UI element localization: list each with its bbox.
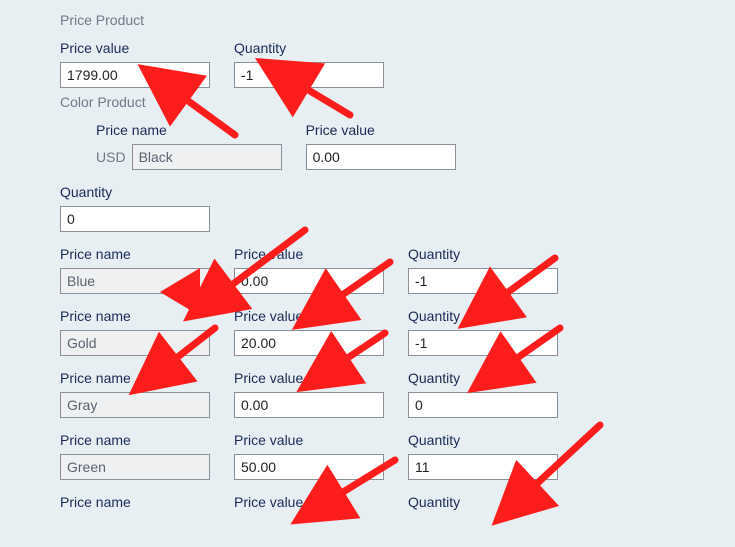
quantity-input[interactable] (408, 392, 558, 418)
price-name-input[interactable] (60, 454, 210, 480)
price-value-input[interactable] (60, 62, 210, 88)
color-row: Price name Price value Quantity (60, 370, 735, 418)
color-row: Price name Price value Quantity (60, 246, 735, 294)
section-title-price-product: Price Product (60, 12, 735, 28)
color0-quantity-input[interactable] (60, 206, 210, 232)
color0-quantity-field: Quantity (60, 184, 210, 232)
price-value-input[interactable] (234, 392, 384, 418)
quantity-label: Quantity (408, 246, 558, 262)
color0-quantity-label: Quantity (60, 184, 210, 200)
color-row-labels-only: Price name Price value Quantity (60, 494, 735, 512)
quantity-label: Quantity (408, 308, 558, 324)
price-name-label: Price name (60, 494, 210, 510)
quantity-input[interactable] (234, 62, 384, 88)
quantity-input[interactable] (408, 454, 558, 480)
currency-prefix: USD (96, 149, 126, 165)
price-value-input[interactable] (234, 454, 384, 480)
price-value-input[interactable] (234, 330, 384, 356)
color0-price-value-field: Price value (306, 122, 456, 170)
color0-price-name-input[interactable] (132, 144, 282, 170)
section-title-color-product: Color Product (60, 94, 735, 110)
price-name-input[interactable] (60, 392, 210, 418)
price-name-input[interactable] (60, 268, 210, 294)
price-value-label: Price value (234, 370, 384, 386)
price-name-label: Price name (60, 432, 210, 448)
quantity-label: Quantity (408, 432, 558, 448)
price-name-input[interactable] (60, 330, 210, 356)
price-value-label: Price value (234, 246, 384, 262)
color0-price-value-label: Price value (306, 122, 456, 138)
color-row: Price name Price value Quantity (60, 432, 735, 480)
quantity-label: Quantity (234, 40, 384, 56)
price-value-label: Price value (234, 432, 384, 448)
price-value-label: Price value (60, 40, 210, 56)
price-value-label: Price value (234, 308, 384, 324)
price-name-label: Price name (60, 370, 210, 386)
color0-price-name-field: Price name USD (96, 122, 282, 170)
quantity-input[interactable] (408, 268, 558, 294)
price-name-label: Price name (60, 246, 210, 262)
price-value-input[interactable] (234, 268, 384, 294)
quantity-field: Quantity (234, 40, 384, 88)
color0-price-name-label: Price name (96, 122, 282, 138)
color0-price-value-input[interactable] (306, 144, 456, 170)
price-value-field: Price value (60, 40, 210, 88)
price-name-label: Price name (60, 308, 210, 324)
price-value-label: Price value (234, 494, 384, 510)
quantity-label: Quantity (408, 494, 558, 510)
color-row: Price name Price value Quantity (60, 308, 735, 356)
quantity-input[interactable] (408, 330, 558, 356)
quantity-label: Quantity (408, 370, 558, 386)
